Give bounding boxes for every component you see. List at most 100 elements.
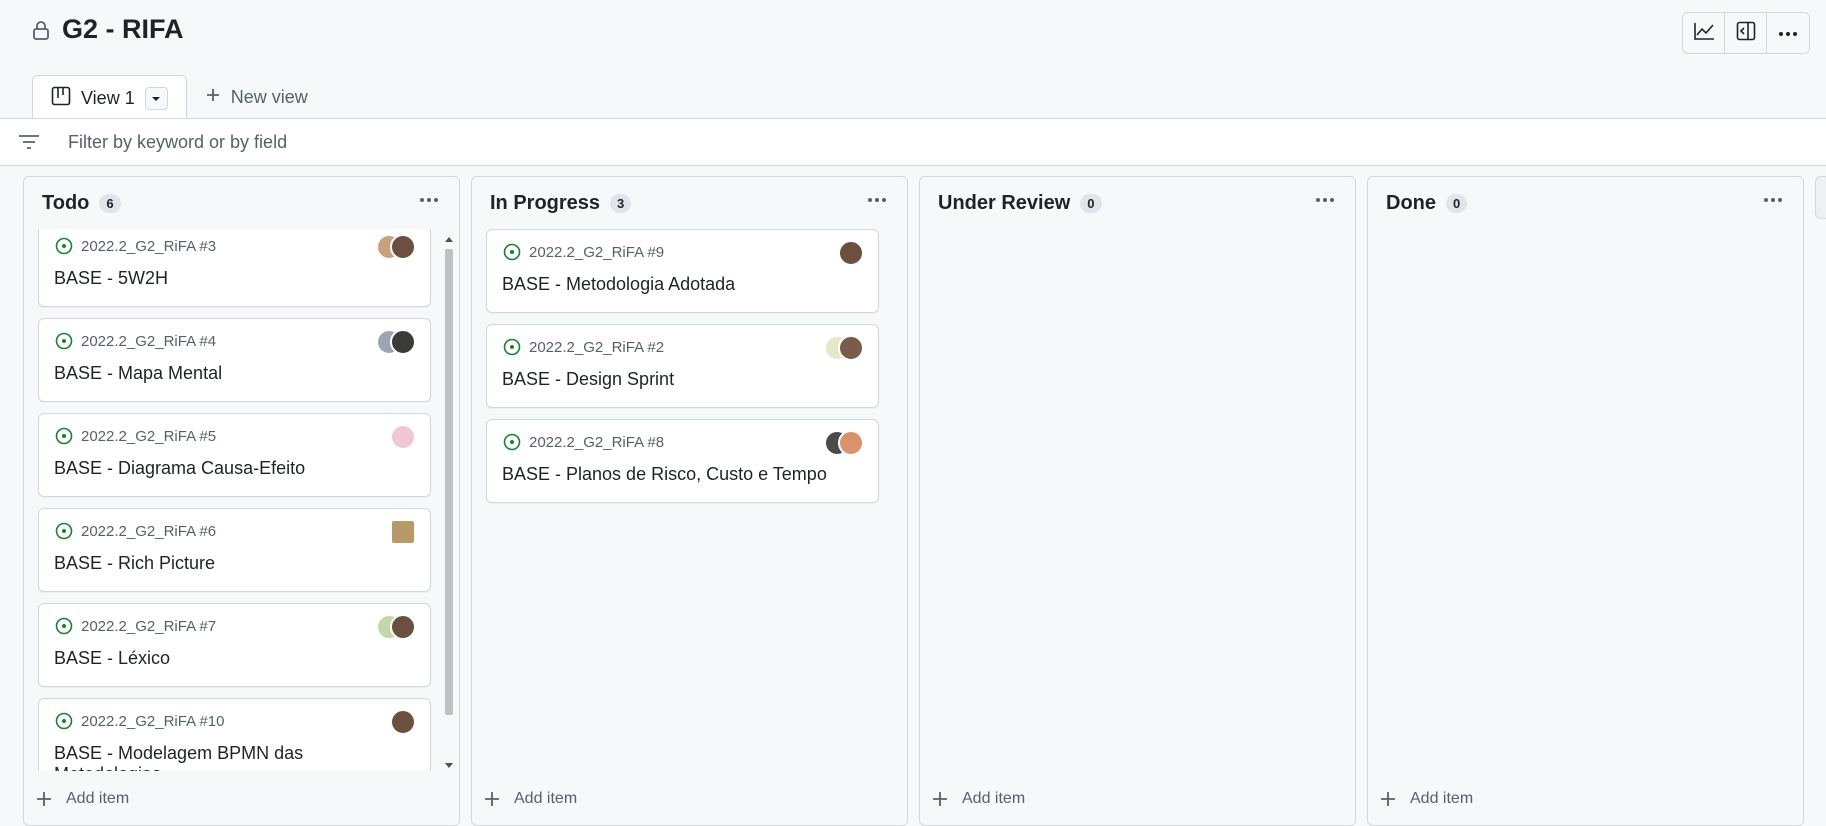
issue-card[interactable]: 2022.2_G2_RiFA #7 BASE - Léxico — [38, 603, 431, 687]
avatar[interactable] — [390, 709, 416, 735]
issue-ref[interactable]: 2022.2_G2_RiFA #2 — [529, 339, 664, 356]
plus-icon — [34, 789, 54, 809]
column-header: Done 0 — [1368, 177, 1803, 229]
avatar[interactable] — [390, 329, 416, 355]
issue-title[interactable]: BASE - Rich Picture — [54, 553, 415, 574]
issue-opened-icon — [502, 432, 522, 452]
assignees — [390, 519, 416, 545]
issue-opened-icon — [54, 426, 74, 446]
column-header: Todo 6 — [24, 177, 459, 229]
avatar[interactable] — [390, 519, 416, 545]
avatar[interactable] — [838, 240, 864, 266]
assignees — [376, 329, 416, 355]
issue-ref[interactable]: 2022.2_G2_RiFA #8 — [529, 434, 664, 451]
column-name: Todo — [42, 191, 90, 214]
project-header: G2 - RIFA View 1 New view — [0, 0, 1826, 120]
issue-opened-icon — [54, 521, 74, 541]
column-count-badge: 6 — [99, 193, 121, 213]
scroll-down-icon[interactable] — [443, 759, 455, 771]
issue-title[interactable]: BASE - Léxico — [54, 648, 415, 669]
kebab-horizontal-icon — [1316, 198, 1334, 202]
issue-ref[interactable]: 2022.2_G2_RiFA #6 — [81, 523, 216, 540]
filter-bar — [0, 118, 1826, 166]
filter-input[interactable] — [68, 131, 668, 153]
avatar[interactable] — [838, 430, 864, 456]
tab-view-1[interactable]: View 1 — [32, 75, 187, 120]
issue-ref[interactable]: 2022.2_G2_RiFA #4 — [81, 333, 216, 350]
issue-title[interactable]: BASE - Diagrama Causa-Efeito — [54, 458, 415, 479]
card-meta: 2022.2_G2_RiFA #4 — [54, 331, 415, 351]
view-options-button[interactable] — [144, 86, 168, 110]
assignees — [838, 240, 864, 266]
issue-opened-icon — [502, 242, 522, 262]
issue-card[interactable]: 2022.2_G2_RiFA #5 BASE - Diagrama Causa-… — [38, 413, 431, 497]
project-toolbar — [1682, 12, 1810, 54]
column-count-badge: 0 — [1446, 193, 1468, 213]
filter-icon[interactable] — [18, 134, 48, 150]
avatar[interactable] — [390, 424, 416, 450]
add-item-label: Add item — [962, 790, 1026, 807]
new-view-button[interactable]: New view — [187, 75, 326, 119]
issue-opened-icon — [54, 616, 74, 636]
avatar[interactable] — [838, 335, 864, 361]
scroll-up-icon[interactable] — [443, 233, 455, 245]
add-item-label: Add item — [66, 790, 130, 807]
lock-icon — [30, 19, 52, 41]
issue-title[interactable]: BASE - Modelagem BPMN das Metodologias — [54, 743, 415, 771]
add-item-button[interactable]: Add item — [482, 785, 577, 813]
scroll-track[interactable] — [443, 245, 455, 759]
view-tabs: View 1 New view — [32, 74, 326, 120]
add-item-button[interactable]: Add item — [930, 785, 1025, 813]
card-meta: 2022.2_G2_RiFA #2 — [502, 337, 863, 357]
issue-opened-icon — [54, 236, 74, 256]
issue-ref[interactable]: 2022.2_G2_RiFA #5 — [81, 428, 216, 445]
triangle-down-icon — [151, 89, 161, 107]
add-item-label: Add item — [514, 790, 578, 807]
issue-title[interactable]: BASE - Metodologia Adotada — [502, 274, 863, 295]
issue-card[interactable]: 2022.2_G2_RiFA #2 BASE - Design Sprint — [486, 324, 879, 408]
issue-ref[interactable]: 2022.2_G2_RiFA #10 — [81, 713, 224, 730]
new-view-label: New view — [230, 86, 308, 107]
issue-title[interactable]: BASE - 5W2H — [54, 268, 415, 289]
project-menu-button[interactable] — [1767, 13, 1809, 53]
kebab-horizontal-icon — [1778, 24, 1798, 42]
avatar[interactable] — [390, 234, 416, 260]
graph-icon — [1693, 22, 1715, 45]
plus-icon — [1378, 789, 1398, 809]
side-panel-button[interactable] — [1725, 13, 1767, 53]
assignees — [376, 234, 416, 260]
assignees — [824, 430, 864, 456]
scroll-thumb[interactable] — [445, 249, 453, 715]
add-column-button[interactable] — [1815, 176, 1826, 219]
column-count-badge: 3 — [610, 193, 632, 213]
assignees — [376, 614, 416, 640]
issue-card[interactable]: 2022.2_G2_RiFA #9 BASE - Metodologia Ado… — [486, 229, 879, 313]
insights-button[interactable] — [1683, 13, 1725, 53]
add-item-button[interactable]: Add item — [1378, 785, 1473, 813]
column-menu-button[interactable] — [413, 187, 445, 213]
project-title-wrap: G2 - RIFA — [30, 14, 184, 45]
issue-title[interactable]: BASE - Planos de Risco, Custo e Tempo — [502, 464, 863, 485]
column-header: Under Review 0 — [920, 177, 1355, 229]
column-todo: Todo 6 2022.2_G2_RiFA #3 BASE - 5W2H 202… — [23, 176, 460, 826]
issue-ref[interactable]: 2022.2_G2_RiFA #9 — [529, 244, 664, 261]
issue-card[interactable]: 2022.2_G2_RiFA #3 BASE - 5W2H — [38, 229, 431, 307]
scrollbar[interactable] — [443, 233, 455, 773]
column-name: Done — [1386, 191, 1436, 214]
column-menu-button[interactable] — [1757, 187, 1789, 213]
issue-card[interactable]: 2022.2_G2_RiFA #4 BASE - Mapa Mental — [38, 318, 431, 402]
issue-title[interactable]: BASE - Mapa Mental — [54, 363, 415, 384]
issue-ref[interactable]: 2022.2_G2_RiFA #7 — [81, 618, 216, 635]
issue-card[interactable]: 2022.2_G2_RiFA #6 BASE - Rich Picture — [38, 508, 431, 592]
add-item-button[interactable]: Add item — [34, 785, 129, 813]
kebab-horizontal-icon — [868, 198, 886, 202]
plus-icon — [482, 789, 502, 809]
column-menu-button[interactable] — [861, 187, 893, 213]
issue-card[interactable]: 2022.2_G2_RiFA #8 BASE - Planos de Risco… — [486, 419, 879, 503]
issue-title[interactable]: BASE - Design Sprint — [502, 369, 863, 390]
avatar[interactable] — [390, 614, 416, 640]
issue-ref[interactable]: 2022.2_G2_RiFA #3 — [81, 238, 216, 255]
sidebar-expand-icon — [1736, 21, 1756, 46]
column-menu-button[interactable] — [1309, 187, 1341, 213]
issue-card[interactable]: 2022.2_G2_RiFA #10 BASE - Modelagem BPMN… — [38, 698, 431, 771]
